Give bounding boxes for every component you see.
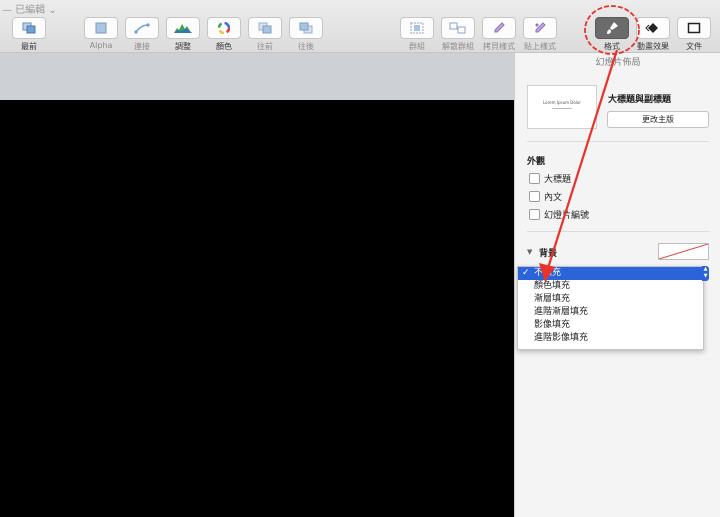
paste-style-button[interactable]: 貼上樣式 xyxy=(522,17,558,52)
bring-to-front-icon xyxy=(22,22,36,34)
menu-item-advanced-gradient-fill[interactable]: 進階漸層填充 xyxy=(518,306,703,319)
no-fill-swatch-icon xyxy=(659,244,708,259)
toolbar-label: 群組 xyxy=(409,42,425,51)
slide-number-checkbox[interactable]: 幻燈片編號 xyxy=(529,208,589,221)
slide-canvas[interactable] xyxy=(0,100,514,517)
format-button[interactable]: 格式 xyxy=(594,17,630,52)
menu-item-color-fill[interactable]: 顏色填充 xyxy=(518,280,703,293)
toolbar: — 已編輯 ⌄ 最前 Alpha 連接 調整 顏色 往前 往後 群組 解散群組 … xyxy=(0,0,720,53)
toolbar-label: 格式 xyxy=(604,42,620,51)
menu-item-advanced-image-fill[interactable]: 進階影像填充 xyxy=(518,332,703,345)
title-checkbox[interactable]: 大標題 xyxy=(529,172,571,185)
send-backward-button[interactable]: 往後 xyxy=(288,17,324,52)
toolbar-label: 調整 xyxy=(175,42,191,51)
checkbox-label: 大標題 xyxy=(544,175,572,185)
ungroup-button[interactable]: 解散群組 xyxy=(440,17,476,52)
menu-item-no-fill[interactable]: ✓ 不填充 xyxy=(518,267,703,280)
toolbar-label: 往前 xyxy=(257,42,273,51)
paste-style-icon xyxy=(535,22,546,33)
connection-line-icon xyxy=(134,23,150,34)
toolbar-label: 最前 xyxy=(21,42,37,51)
color-wheel-icon xyxy=(218,22,230,34)
checkbox-label: 內文 xyxy=(544,193,563,203)
window-title: — 已編輯 ⌄ xyxy=(2,5,57,16)
panel-title: 幻燈片佈局 xyxy=(595,58,641,68)
copy-style-button[interactable]: 拷貝樣式 xyxy=(481,17,517,52)
toolbar-label: 解散群組 xyxy=(442,42,474,51)
toolbar-label: 動畫效果 xyxy=(637,42,669,51)
toolbar-label: 文件 xyxy=(686,42,702,51)
group-button[interactable]: 群組 xyxy=(399,17,435,52)
ungroup-icon xyxy=(449,22,466,34)
document-button[interactable]: 文件 xyxy=(676,17,712,52)
bring-to-front-button[interactable]: 最前 xyxy=(11,17,47,52)
background-heading: 背景 xyxy=(539,249,558,259)
appearance-heading: 外觀 xyxy=(527,157,546,167)
background-fill-well[interactable] xyxy=(658,243,709,260)
adjust-button[interactable]: 調整 xyxy=(165,17,201,52)
toolbar-label: 拷貝樣式 xyxy=(483,42,515,51)
body-checkbox[interactable]: 內文 xyxy=(529,190,562,203)
change-master-button[interactable]: 更改主版 xyxy=(607,111,709,128)
checkbox-label: 幻燈片編號 xyxy=(544,211,590,221)
menu-item-image-fill[interactable]: 影像填充 xyxy=(518,319,703,332)
send-backward-icon xyxy=(299,22,313,34)
checkmark-icon: ✓ xyxy=(522,268,530,278)
color-button[interactable]: 顏色 xyxy=(206,17,242,52)
alpha-icon xyxy=(95,22,107,34)
connection-button[interactable]: 連接 xyxy=(124,17,160,52)
popup-stepper-icon[interactable]: ▲ ▼ xyxy=(702,266,709,281)
alpha-button[interactable]: Alpha xyxy=(83,17,119,50)
paintbrush-icon xyxy=(607,22,618,34)
thumbnail-text: Lorem Ipsum Dolor xyxy=(542,100,582,105)
histogram-icon xyxy=(174,24,192,33)
toolbar-label: 連接 xyxy=(134,42,150,51)
canvas-background xyxy=(0,53,514,100)
fill-type-menu: ✓ 不填充 顏色填充 漸層填充 進階漸層填充 影像填充 進階影像填充 xyxy=(517,266,704,350)
copy-style-icon xyxy=(494,22,505,33)
animate-button[interactable]: 動畫效果 xyxy=(635,17,671,52)
toolbar-label: 貼上樣式 xyxy=(524,42,556,51)
toolbar-label: Alpha xyxy=(89,41,113,50)
divider xyxy=(527,231,709,232)
divider xyxy=(527,141,709,142)
menu-item-gradient-fill[interactable]: 漸層填充 xyxy=(518,293,703,306)
layout-name: 大標題與副標題 xyxy=(608,95,672,105)
layout-thumbnail[interactable]: Lorem Ipsum Dolor xyxy=(527,85,597,129)
group-icon xyxy=(410,22,424,34)
bring-forward-icon xyxy=(258,22,272,34)
toolbar-label: 往後 xyxy=(298,42,314,51)
toolbar-label: 顏色 xyxy=(216,42,232,51)
animate-icon xyxy=(645,23,658,33)
document-icon xyxy=(687,22,701,34)
bring-forward-button[interactable]: 往前 xyxy=(247,17,283,52)
disclosure-triangle-icon[interactable]: ▼ xyxy=(527,248,532,256)
